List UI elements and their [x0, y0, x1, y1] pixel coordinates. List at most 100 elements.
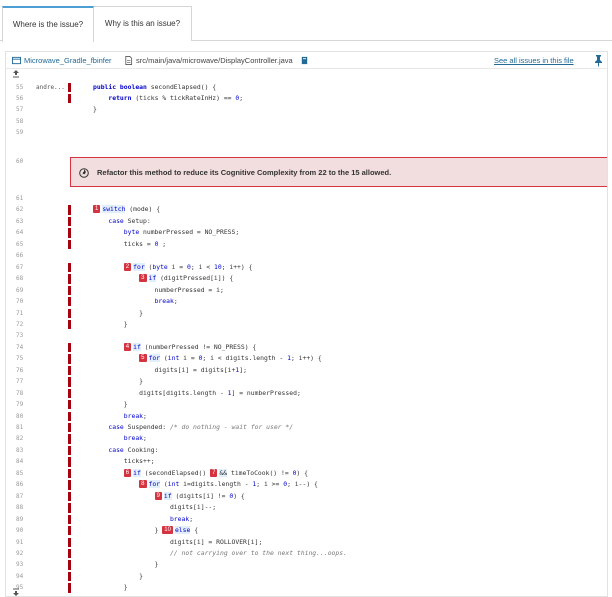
issue-location-marker — [68, 434, 71, 444]
pin-icon[interactable] — [593, 54, 604, 67]
code-text: } — [93, 377, 144, 386]
line-number[interactable]: 60 — [16, 156, 34, 167]
line-number[interactable]: 59 — [16, 127, 34, 138]
line-number[interactable]: 69 — [16, 285, 34, 296]
issue-location-marker — [68, 354, 71, 364]
copy-path-icon[interactable] — [300, 56, 309, 65]
code-line: 65 ticks = 0 ; — [6, 239, 607, 250]
issue-location-marker — [68, 388, 71, 399]
line-number[interactable]: 64 — [16, 227, 34, 238]
line-number[interactable]: 90 — [16, 525, 34, 536]
code-line: 92 // not carrying over to the next thin… — [6, 548, 607, 559]
line-number[interactable]: 79 — [16, 399, 34, 410]
code-line: 81 case Suspended: /* do nothing - wait … — [6, 422, 607, 433]
code-line: 59 — [6, 127, 607, 138]
file-path-bar: Microwave_Gradle_fbinfer src/main/java/m… — [5, 51, 608, 68]
line-number[interactable]: 56 — [16, 93, 34, 104]
code-text: ticks = 0 ; — [93, 239, 167, 248]
line-number[interactable]: 72 — [16, 319, 34, 330]
project-link[interactable]: Microwave_Gradle_fbinfer — [12, 56, 112, 65]
line-number[interactable]: 55 — [16, 82, 34, 93]
line-number[interactable]: 61 — [16, 193, 34, 204]
line-number[interactable]: 83 — [16, 445, 34, 456]
code-line: 94 } — [6, 571, 607, 582]
code-text: } — [93, 583, 128, 592]
line-number[interactable]: 70 — [16, 296, 34, 307]
code-text: 5 for (int i = 0; i < digits.length - 1; … — [139, 354, 322, 363]
line-number[interactable]: 94 — [16, 571, 34, 582]
scm-author[interactable]: andre... — [36, 82, 65, 93]
line-number[interactable]: 78 — [16, 388, 34, 399]
line-number[interactable]: 92 — [16, 548, 34, 559]
code-line: 87 9 if (digits[i] != 0) { — [6, 491, 607, 502]
code-line: 73 — [6, 330, 607, 341]
line-number[interactable]: 84 — [16, 456, 34, 467]
issue-location-marker — [68, 342, 71, 353]
code-text: break; — [154, 297, 178, 306]
line-number[interactable]: 89 — [16, 514, 34, 525]
line-number[interactable]: 71 — [16, 308, 34, 319]
line-number[interactable]: 88 — [16, 502, 34, 513]
line-number[interactable]: 91 — [16, 537, 34, 548]
see-all-issues-link[interactable]: See all issues in this file — [494, 56, 574, 65]
issue-location-marker — [68, 400, 71, 410]
code-text: } — [93, 319, 128, 328]
code-line: 72 } — [6, 319, 607, 330]
issue-location-marker — [68, 548, 71, 559]
code-line: 74 4 if (numberPressed != NO_PRESS) { — [6, 342, 607, 353]
line-number[interactable]: 75 — [16, 353, 34, 364]
issue-location-marker — [68, 205, 71, 215]
code-text: case Setup: — [108, 216, 151, 225]
code-text: 9 if (digits[i] != 0) { — [154, 491, 245, 500]
line-number[interactable]: 57 — [16, 104, 34, 115]
line-number[interactable]: 86 — [16, 479, 34, 490]
file-icon — [125, 56, 133, 65]
line-number[interactable]: 63 — [16, 216, 34, 227]
code-text: 8 for (int i=digits.length - 1; i >= 0; i… — [139, 480, 318, 489]
code-text: 6 if (secondElapsed() 7 && timeToCook() !=… — [123, 468, 308, 477]
issue-box[interactable]: Refactor this method to reduce its Cogni… — [70, 157, 607, 187]
line-number[interactable]: 80 — [16, 411, 34, 422]
line-number[interactable]: 68 — [16, 273, 34, 284]
code-line: 93 } — [6, 559, 607, 570]
code-text: return (ticks % tickRateInHz) == 0; — [108, 93, 244, 102]
issue-location-marker — [68, 308, 71, 318]
line-number[interactable]: 66 — [16, 250, 34, 261]
line-number[interactable]: 87 — [16, 491, 34, 502]
expand-up-icon[interactable] — [11, 69, 21, 79]
code-text: case Suspended: /* do nothing - wait for… — [108, 423, 294, 431]
line-number[interactable]: 74 — [16, 342, 34, 353]
line-number[interactable]: 58 — [16, 116, 34, 127]
line-number[interactable]: 82 — [16, 433, 34, 444]
code-text: 3 if (digitPressed[i]) { — [139, 274, 234, 283]
issue-location-marker — [68, 457, 71, 467]
line-number[interactable]: 73 — [16, 330, 34, 341]
code-smell-icon — [79, 168, 89, 178]
line-number[interactable]: 77 — [16, 376, 34, 387]
tab-why-is-this-an-issue[interactable]: Why is this an issue? — [93, 6, 192, 41]
code-text: } — [93, 105, 97, 114]
code-text: break; — [169, 514, 194, 523]
code-line: 66 — [6, 250, 607, 261]
code-line: 62 1 switch (mode) { — [6, 204, 607, 215]
line-number[interactable]: 85 — [16, 468, 34, 479]
issue-location-marker — [68, 411, 71, 421]
code-line: 89 break; — [6, 514, 607, 525]
code-text: break; — [123, 411, 147, 420]
code-line: 56 return (ticks % tickRateInHz) == 0; — [6, 93, 607, 104]
issue-location-marker — [68, 228, 71, 238]
code-line: 63 case Setup: — [6, 216, 607, 227]
line-number[interactable]: 62 — [16, 204, 34, 215]
issue-location-marker — [68, 537, 71, 547]
expand-down-icon[interactable] — [11, 587, 21, 597]
code-text: ticks++; — [93, 457, 155, 466]
tab-where-is-the-issue[interactable]: Where is the issue? — [2, 6, 94, 42]
file-path-text: src/main/java/microwave/DisplayControlle… — [136, 56, 293, 65]
line-number[interactable]: 93 — [16, 559, 34, 570]
line-number[interactable]: 67 — [16, 262, 34, 273]
line-number[interactable]: 65 — [16, 239, 34, 250]
line-number[interactable]: 81 — [16, 422, 34, 433]
code-line: 70 break; — [6, 296, 607, 307]
line-number[interactable]: 76 — [16, 365, 34, 376]
code-text: } — [93, 571, 144, 580]
